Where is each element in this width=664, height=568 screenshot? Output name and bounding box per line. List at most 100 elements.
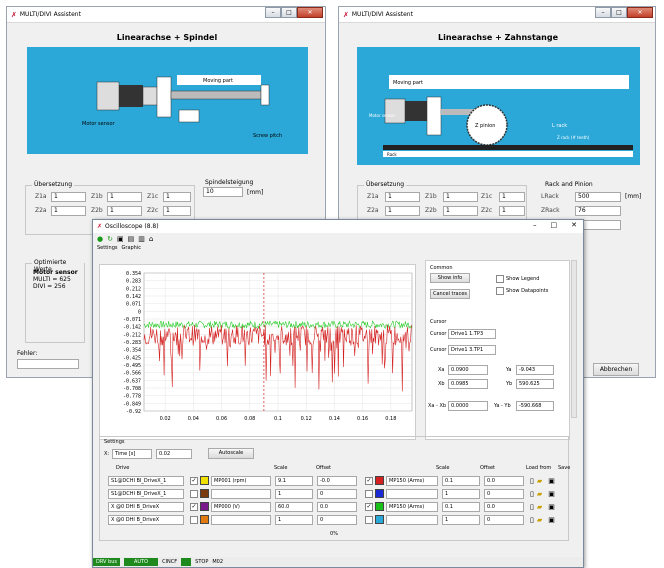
channel-checkbox[interactable]	[190, 515, 198, 524]
minimize-button[interactable]: –	[533, 221, 537, 229]
offset-input[interactable]: 0	[484, 488, 524, 499]
color-swatch[interactable]	[375, 489, 384, 498]
zrack-input[interactable]: 76	[575, 206, 621, 216]
yd-field[interactable]: -590.668	[516, 401, 554, 411]
channel-select[interactable]	[386, 514, 438, 525]
drive-select[interactable]: S1@DCHI BI_DriveX_1	[108, 488, 184, 499]
save-icon[interactable]: ▣	[117, 235, 124, 243]
channel-select[interactable]	[211, 514, 271, 525]
channel-select[interactable]: MP150 (Arms)	[386, 501, 438, 512]
z2a-input[interactable]: 1	[385, 206, 420, 216]
close-button[interactable]: ✕	[571, 221, 577, 229]
xd-field[interactable]: 0.0000	[448, 401, 488, 411]
channel-select[interactable]	[211, 488, 271, 499]
home-icon[interactable]: ⌂	[149, 235, 153, 243]
z1a-input[interactable]: 1	[385, 192, 420, 202]
error-field[interactable]	[17, 359, 79, 369]
spindle-input[interactable]: 10	[203, 187, 243, 197]
channel-checkbox[interactable]	[190, 489, 198, 498]
side-scrollbar[interactable]	[571, 260, 577, 418]
offset-input[interactable]: -0.0	[317, 475, 357, 486]
show-info-button[interactable]: Show info	[430, 273, 470, 283]
z2b-input[interactable]: 1	[107, 206, 142, 216]
z2a-input[interactable]: 1	[51, 206, 86, 216]
tab-graphic[interactable]: Graphic	[122, 245, 141, 254]
cursor2-select[interactable]: Drive1 3.TP1	[448, 345, 496, 355]
save-icon[interactable]: ▣	[548, 516, 555, 524]
save-icon[interactable]: ▣	[548, 477, 555, 485]
cursor1-select[interactable]: Drive1 1.TP3	[448, 329, 496, 339]
scale-input[interactable]: 0.1	[442, 475, 480, 486]
offset-input[interactable]: 0.0	[484, 501, 524, 512]
print-icon[interactable]: ▤	[128, 235, 135, 243]
channel-checkbox[interactable]: ✓	[365, 476, 373, 485]
save-icon[interactable]: ▣	[548, 490, 555, 498]
color-swatch[interactable]	[375, 476, 384, 485]
color-swatch[interactable]	[375, 502, 384, 511]
load-icon[interactable]: ▯	[530, 516, 534, 524]
channel-select[interactable]: MP001 (rpm)	[211, 475, 271, 486]
folder-icon[interactable]: ▰	[537, 516, 542, 524]
load-icon[interactable]: ▯	[530, 477, 534, 485]
load-icon[interactable]: ▯	[530, 490, 534, 498]
close-button[interactable]: ✕	[627, 7, 653, 18]
offset-input[interactable]: 0	[317, 488, 357, 499]
channel-checkbox[interactable]: ✓	[190, 476, 198, 485]
channel-select[interactable]	[386, 488, 438, 499]
load-icon[interactable]: ▯	[530, 503, 534, 511]
folder-icon[interactable]: ▰	[537, 490, 542, 498]
channel-select[interactable]: MP150 (Arms)	[386, 475, 438, 486]
cancel-traces-button[interactable]: Cancel traces	[430, 289, 470, 299]
drive-select[interactable]: X @0 DHI B_DriveX	[108, 514, 184, 525]
z1a-input[interactable]: 1	[51, 192, 86, 202]
show-datapoints-checkbox[interactable]	[496, 287, 504, 295]
offset-input[interactable]: 0	[484, 514, 524, 525]
z1c-input[interactable]: 1	[163, 192, 191, 202]
refresh-icon[interactable]: ↻	[107, 235, 113, 243]
color-swatch[interactable]	[200, 476, 209, 485]
close-button[interactable]: ✕	[297, 7, 323, 18]
z2c-input[interactable]: 1	[499, 206, 525, 216]
export-icon[interactable]: ▥	[138, 235, 145, 243]
time-select[interactable]: 0.02	[156, 449, 192, 459]
maximize-button[interactable]: □	[281, 7, 297, 18]
save-icon[interactable]: ▣	[548, 503, 555, 511]
channel-select[interactable]: MP000 (V)	[211, 501, 271, 512]
scale-input[interactable]: 0.1	[442, 501, 480, 512]
drive-select[interactable]: S1@DCHI BI_DriveX_1	[108, 475, 184, 486]
maximize-button[interactable]: □	[551, 221, 558, 229]
channel-checkbox[interactable]	[365, 489, 373, 498]
play-icon[interactable]: ●	[97, 235, 103, 243]
channel-checkbox[interactable]: ✓	[190, 502, 198, 511]
scale-input[interactable]: 1	[442, 514, 480, 525]
lrack-input[interactable]: 500	[575, 192, 621, 202]
x-channel-select[interactable]: Time [s]	[112, 449, 152, 459]
xb-field[interactable]: 0.0985	[448, 379, 488, 389]
z1b-input[interactable]: 1	[443, 192, 478, 202]
minimize-button[interactable]: –	[265, 7, 281, 18]
z1c-input[interactable]: 1	[499, 192, 525, 202]
channel-checkbox[interactable]: ✓	[365, 502, 373, 511]
scale-input[interactable]: 1	[275, 514, 313, 525]
folder-icon[interactable]: ▰	[537, 477, 542, 485]
channel-checkbox[interactable]	[365, 515, 373, 524]
yb-field[interactable]: 590.625	[516, 379, 554, 389]
ya-field[interactable]: -9.043	[516, 365, 554, 375]
show-legend-checkbox[interactable]	[496, 275, 504, 283]
offset-input[interactable]: 0.0	[317, 501, 357, 512]
scale-input[interactable]: 1	[275, 488, 313, 499]
z2b-input[interactable]: 1	[443, 206, 478, 216]
color-swatch[interactable]	[200, 489, 209, 498]
z2c-input[interactable]: 1	[163, 206, 191, 216]
autoscale-button[interactable]: Autoscale	[208, 448, 254, 459]
maximize-button[interactable]: □	[611, 7, 627, 18]
folder-icon[interactable]: ▰	[537, 503, 542, 511]
offset-input[interactable]: 0.0	[484, 475, 524, 486]
scale-input[interactable]: 60.0	[275, 501, 313, 512]
z1b-input[interactable]: 1	[107, 192, 142, 202]
color-swatch[interactable]	[200, 515, 209, 524]
color-swatch[interactable]	[375, 515, 384, 524]
scale-input[interactable]: 9.1	[275, 475, 313, 486]
scale-input[interactable]: 1	[442, 488, 480, 499]
offset-input[interactable]: 0	[317, 514, 357, 525]
